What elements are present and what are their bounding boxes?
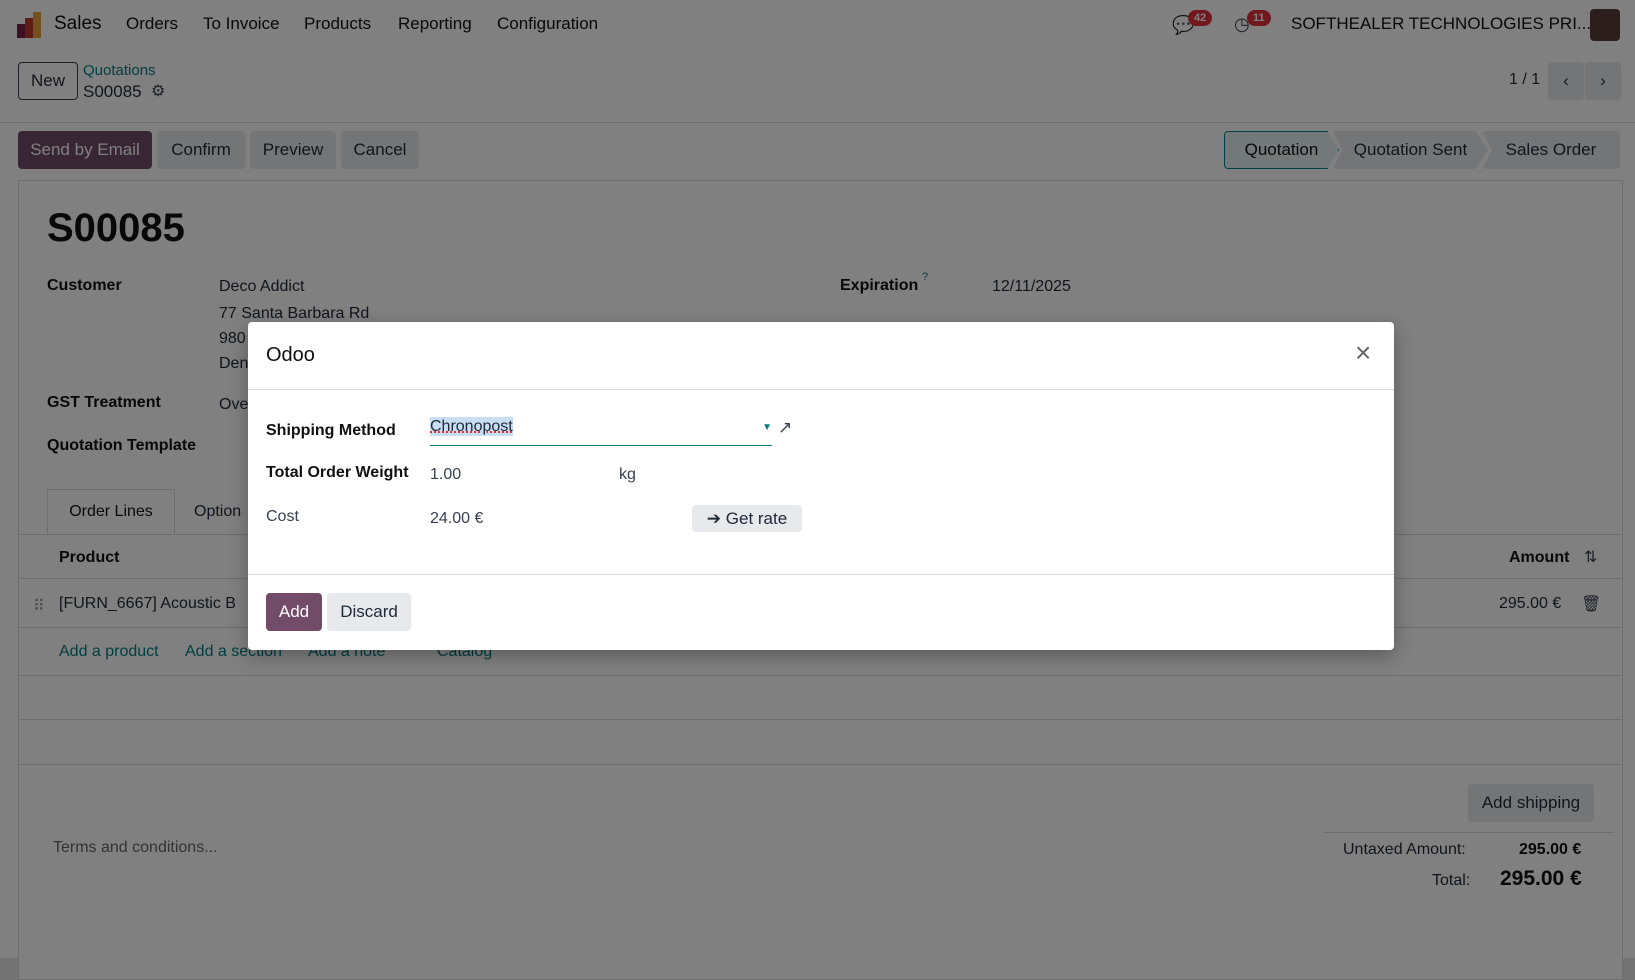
- dropdown-caret-icon[interactable]: ▼: [762, 422, 772, 433]
- gst-treatment-value[interactable]: Ove: [219, 396, 248, 414]
- status-sales-order[interactable]: Sales Order: [1482, 131, 1620, 169]
- gst-treatment-label: GST Treatment: [47, 394, 161, 411]
- menu-reporting[interactable]: Reporting: [398, 14, 472, 34]
- add-button[interactable]: Add: [266, 593, 322, 631]
- tab-order-lines[interactable]: Order Lines: [47, 489, 175, 534]
- expiration-date[interactable]: 12/11/2025: [992, 278, 1071, 296]
- total-value: 295.00 €: [1500, 867, 1582, 890]
- record-title: S00085: [47, 206, 185, 250]
- chevron-left-icon: ‹: [1563, 71, 1569, 90]
- external-link-icon[interactable]: ↗: [778, 418, 792, 438]
- app-name[interactable]: Sales: [54, 13, 102, 35]
- send-by-email-button[interactable]: Send by Email: [18, 131, 152, 169]
- cancel-button[interactable]: Cancel: [341, 131, 419, 169]
- get-rate-label: Get rate: [725, 508, 788, 528]
- status-quotation[interactable]: Quotation: [1224, 131, 1339, 169]
- preview-button[interactable]: Preview: [250, 131, 336, 169]
- sales-app-logo-icon[interactable]: [17, 12, 43, 38]
- quotation-template-label: Quotation Template: [47, 437, 197, 454]
- close-icon[interactable]: ×: [1355, 337, 1371, 369]
- expiration-label: Expiration: [840, 277, 919, 294]
- untaxed-amount-value: 295.00 €: [1519, 841, 1582, 858]
- discard-button[interactable]: Discard: [327, 593, 411, 631]
- customer-address-line3: Den: [219, 355, 249, 372]
- confirm-button[interactable]: Confirm: [157, 131, 245, 169]
- cost-label: Cost: [266, 508, 299, 525]
- shipping-dialog: Odoo × Shipping Method Chronopost ▼ ↗ To…: [248, 322, 1394, 650]
- tab-label: Order Lines: [69, 503, 153, 520]
- status-quotation-sent[interactable]: Quotation Sent: [1333, 131, 1488, 169]
- add-product-link[interactable]: Add a product: [59, 643, 159, 661]
- company-switcher[interactable]: SOFTHEALER TECHNOLOGIES PRI...: [1291, 14, 1591, 34]
- pager-next-button[interactable]: ›: [1585, 62, 1621, 100]
- pager-value: 1 / 1: [1509, 71, 1541, 88]
- top-navbar: Sales Orders To Invoice Products Reporti…: [0, 0, 1635, 50]
- help-tooltip-icon[interactable]: ?: [922, 271, 928, 283]
- customer-address-line1: 77 Santa Barbara Rd: [219, 305, 370, 322]
- breadcrumb-quotations[interactable]: Quotations: [83, 62, 156, 79]
- tab-optional-products[interactable]: Option: [194, 503, 241, 521]
- terms-and-conditions-input[interactable]: Terms and conditions...: [53, 839, 218, 857]
- column-product[interactable]: Product: [59, 549, 119, 567]
- total-order-weight-label: Total Order Weight: [266, 464, 409, 481]
- customer-label: Customer: [47, 277, 122, 294]
- dialog-title: Odoo: [266, 344, 315, 366]
- total-order-weight-value[interactable]: 1.00: [430, 466, 461, 484]
- cost-value: 24.00 €: [430, 510, 484, 527]
- control-panel: New Quotations S00085 ⚙ 1 / 1 ‹ ›: [0, 50, 1635, 123]
- menu-configuration[interactable]: Configuration: [497, 14, 598, 34]
- gear-icon[interactable]: ⚙: [151, 81, 165, 101]
- new-button[interactable]: New: [18, 62, 78, 100]
- column-amount[interactable]: Amount: [1509, 549, 1569, 567]
- untaxed-amount-label: Untaxed Amount:: [1343, 841, 1466, 858]
- weight-unit: kg: [619, 466, 636, 483]
- total-label: Total:: [1432, 872, 1471, 889]
- order-line-amount: 295.00 €: [1499, 595, 1562, 612]
- shipping-method-input[interactable]: Chronopost ▼: [430, 417, 772, 446]
- add-shipping-button[interactable]: Add shipping: [1468, 784, 1594, 822]
- breadcrumb-current: S00085: [83, 82, 142, 101]
- menu-orders[interactable]: Orders: [126, 14, 178, 34]
- pager-prev-button[interactable]: ‹: [1548, 62, 1584, 100]
- menu-to-invoice[interactable]: To Invoice: [203, 14, 280, 34]
- get-rate-button[interactable]: ➔ Get rate: [692, 505, 802, 532]
- user-avatar[interactable]: [1590, 9, 1620, 41]
- customer-address-line2: 980: [219, 330, 246, 347]
- menu-products[interactable]: Products: [304, 14, 371, 34]
- optional-columns-icon[interactable]: ⇅: [1584, 547, 1597, 567]
- shipping-method-label: Shipping Method: [266, 422, 396, 439]
- drag-handle-icon[interactable]: ⠿: [33, 596, 45, 616]
- activities-badge: 11: [1247, 10, 1271, 26]
- shipping-method-value: Chronopost: [430, 417, 513, 436]
- messages-badge: 42: [1188, 10, 1213, 26]
- arrow-right-icon: ➔: [706, 508, 726, 528]
- chevron-right-icon: ›: [1600, 71, 1606, 90]
- trash-icon[interactable]: 🗑: [1581, 594, 1601, 614]
- order-line-product[interactable]: [FURN_6667] Acoustic B: [59, 595, 236, 613]
- customer-name[interactable]: Deco Addict: [219, 278, 304, 296]
